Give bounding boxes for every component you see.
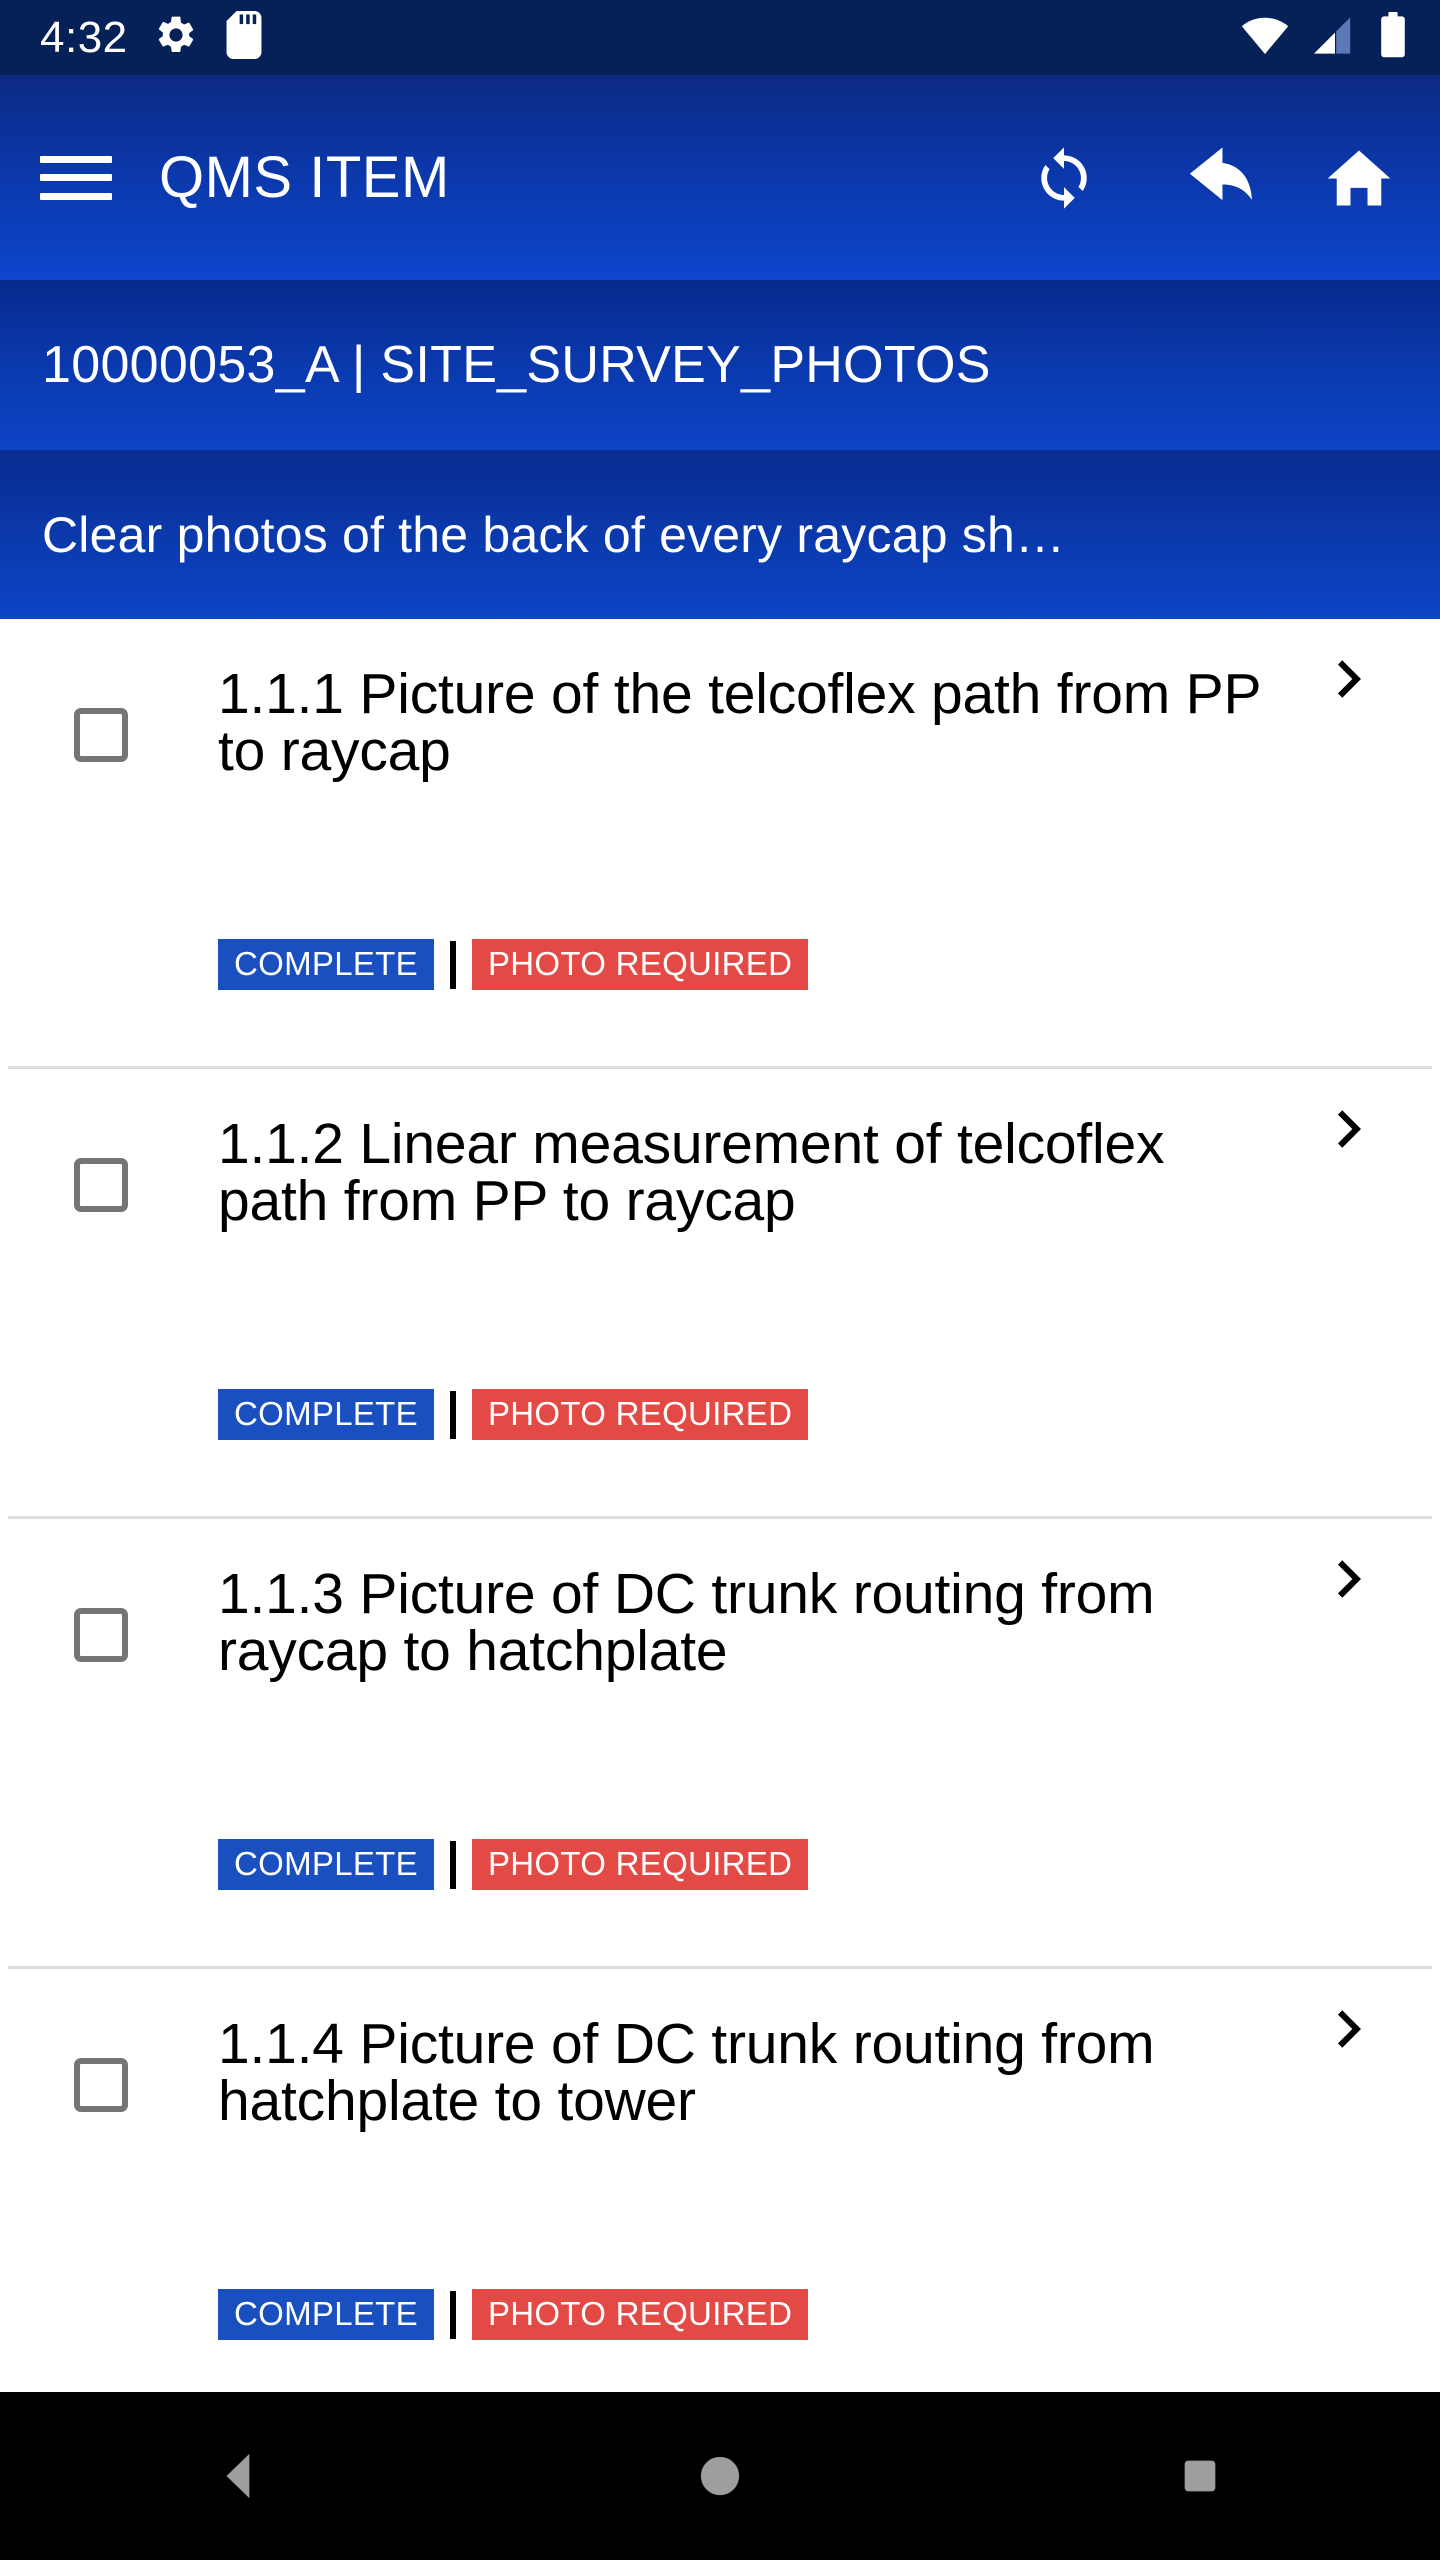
chevron-right-icon[interactable] [1326, 1106, 1372, 1152]
row-title: 1.1.3 Picture of DC trunk routing from r… [218, 1562, 1155, 1683]
hamburger-bar-2 [40, 174, 112, 181]
status-badge: COMPLETE [218, 1389, 434, 1440]
item-description-text: Clear photos of the back of every raycap… [42, 506, 1066, 563]
hamburger-bar-3 [40, 192, 112, 200]
requirement-badge: PHOTO REQUIRED [471, 1389, 809, 1440]
page-title: QMS ITEM [159, 145, 450, 210]
android-home-button[interactable] [630, 2392, 810, 2560]
status-badge: COMPLETE [218, 939, 434, 990]
hamburger-bar-1 [40, 155, 112, 163]
requirement-badge: PHOTO REQUIRED [471, 2289, 809, 2340]
status-bar-right-group [1240, 12, 1406, 63]
item-id-bar: 10000053_A | SITE_SURVEY_PHOTOS [0, 280, 1440, 450]
row-badges: COMPLETE PHOTO REQUIRED [218, 939, 809, 990]
cellular-signal-icon [1312, 15, 1358, 60]
chevron-right-icon[interactable] [1326, 1556, 1372, 1602]
home-icon[interactable] [1326, 147, 1392, 209]
row-checkbox[interactable] [74, 2058, 128, 2112]
row-checkbox[interactable] [74, 708, 128, 762]
sync-icon[interactable] [1030, 144, 1098, 212]
table-row[interactable]: 1.1.1 Picture of the telcoflex path from… [0, 619, 1440, 1069]
android-navigation-bar [0, 2392, 1440, 2560]
sd-card-icon [224, 11, 264, 64]
status-bar-clock: 4:32 [40, 12, 128, 62]
app-bar: QMS ITEM [0, 75, 1440, 280]
hamburger-menu-icon[interactable] [40, 150, 112, 206]
badge-divider [449, 940, 456, 989]
row-badges: COMPLETE PHOTO REQUIRED [218, 1389, 809, 1440]
status-bar-left-group: 4:32 [40, 11, 264, 64]
table-row[interactable]: 1.1.3 Picture of DC trunk routing from r… [0, 1519, 1440, 1969]
badge-divider [449, 2290, 456, 2339]
android-back-button[interactable] [150, 2392, 330, 2560]
chevron-right-icon[interactable] [1326, 2006, 1372, 2052]
android-recents-button[interactable] [1110, 2392, 1290, 2560]
row-checkbox[interactable] [74, 1608, 128, 1662]
battery-icon [1380, 12, 1406, 63]
app-screen: 4:32 QMS ITEM 10000053_A | SITE_SURVEY_P… [0, 0, 1440, 2560]
row-title: 1.1.2 Linear measurement of telcoflex pa… [218, 1112, 1165, 1233]
status-bar: 4:32 [0, 0, 1440, 75]
item-id-text: 10000053_A | SITE_SURVEY_PHOTOS [42, 336, 991, 394]
row-checkbox[interactable] [74, 1158, 128, 1212]
table-row[interactable]: 1.1.2 Linear measurement of telcoflex pa… [0, 1069, 1440, 1519]
row-title: 1.1.1 Picture of the telcoflex path from… [218, 662, 1261, 783]
item-description-bar: Clear photos of the back of every raycap… [0, 450, 1440, 619]
row-badges: COMPLETE PHOTO REQUIRED [218, 1839, 809, 1890]
badge-divider [449, 1840, 456, 1889]
row-badges: COMPLETE PHOTO REQUIRED [218, 2289, 809, 2340]
qms-item-list[interactable]: 1.1.1 Picture of the telcoflex path from… [0, 619, 1440, 2392]
chevron-right-icon[interactable] [1326, 656, 1372, 702]
table-row[interactable]: 1.1.4 Picture of DC trunk routing from h… [0, 1969, 1440, 2392]
requirement-badge: PHOTO REQUIRED [471, 1839, 809, 1890]
status-badge: COMPLETE [218, 2289, 434, 2340]
status-badge: COMPLETE [218, 1839, 434, 1890]
badge-divider [449, 1390, 456, 1439]
settings-gear-icon [154, 13, 198, 62]
app-bar-actions [1030, 143, 1404, 213]
row-title: 1.1.4 Picture of DC trunk routing from h… [218, 2012, 1155, 2133]
requirement-badge: PHOTO REQUIRED [471, 939, 809, 990]
reply-back-icon[interactable] [1172, 143, 1252, 213]
wifi-icon [1240, 15, 1290, 60]
